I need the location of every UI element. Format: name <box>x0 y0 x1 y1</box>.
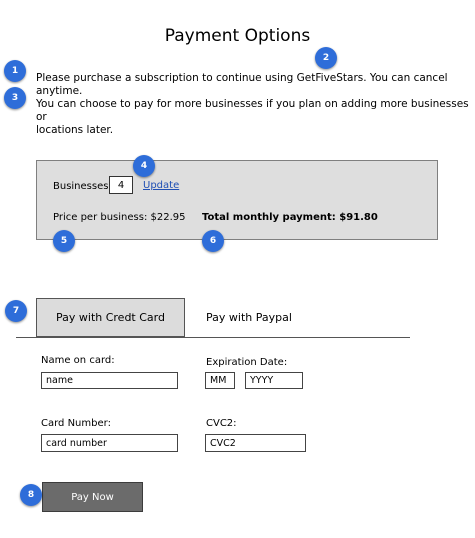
annotation-badge-1: 1 <box>4 60 26 82</box>
annotation-badge-6: 6 <box>202 230 224 252</box>
annotation-badge-4: 4 <box>133 155 155 177</box>
price-per-business: Price per business: $22.95 <box>53 212 186 223</box>
card-number-label: Card Number: <box>41 418 111 429</box>
cvc2-label: CVC2: <box>206 418 237 429</box>
businesses-label: Businesses: <box>53 181 112 192</box>
total-monthly-payment: Total monthly payment: $91.80 <box>202 212 378 223</box>
intro-paragraph-2: You can choose to pay for more businesse… <box>36 98 475 137</box>
tab-paypal[interactable]: Pay with Paypal <box>206 311 292 324</box>
annotation-badge-7: 7 <box>5 300 27 322</box>
expiration-month-input[interactable]: MM <box>205 372 235 389</box>
page-title: Payment Options <box>164 26 311 46</box>
businesses-count-input[interactable]: 4 <box>109 176 133 194</box>
tab-credit-card[interactable]: Pay with Credt Card <box>36 298 185 337</box>
update-link[interactable]: Update <box>143 180 179 191</box>
name-on-card-label: Name on card: <box>41 355 115 366</box>
annotation-badge-5: 5 <box>53 230 75 252</box>
card-number-input[interactable]: card number <box>41 434 178 452</box>
cvc2-input[interactable]: CVC2 <box>205 434 306 452</box>
pay-now-button[interactable]: Pay Now <box>42 482 143 512</box>
name-on-card-input[interactable]: name <box>41 372 178 389</box>
intro-line-2a: You can choose to pay for more businesse… <box>36 98 469 123</box>
annotation-badge-2: 2 <box>315 47 337 69</box>
intro-line-2b: locations later. <box>36 124 114 136</box>
annotation-badge-3: 3 <box>4 87 26 109</box>
expiration-date-label: Expiration Date: <box>206 357 288 368</box>
annotation-badge-8: 8 <box>20 484 42 506</box>
intro-line-1: Please purchase a subscription to contin… <box>36 72 448 97</box>
subscription-panel: Businesses: 4 Update Price per business:… <box>36 160 438 240</box>
tab-divider <box>16 337 410 338</box>
expiration-year-input[interactable]: YYYY <box>245 372 303 389</box>
